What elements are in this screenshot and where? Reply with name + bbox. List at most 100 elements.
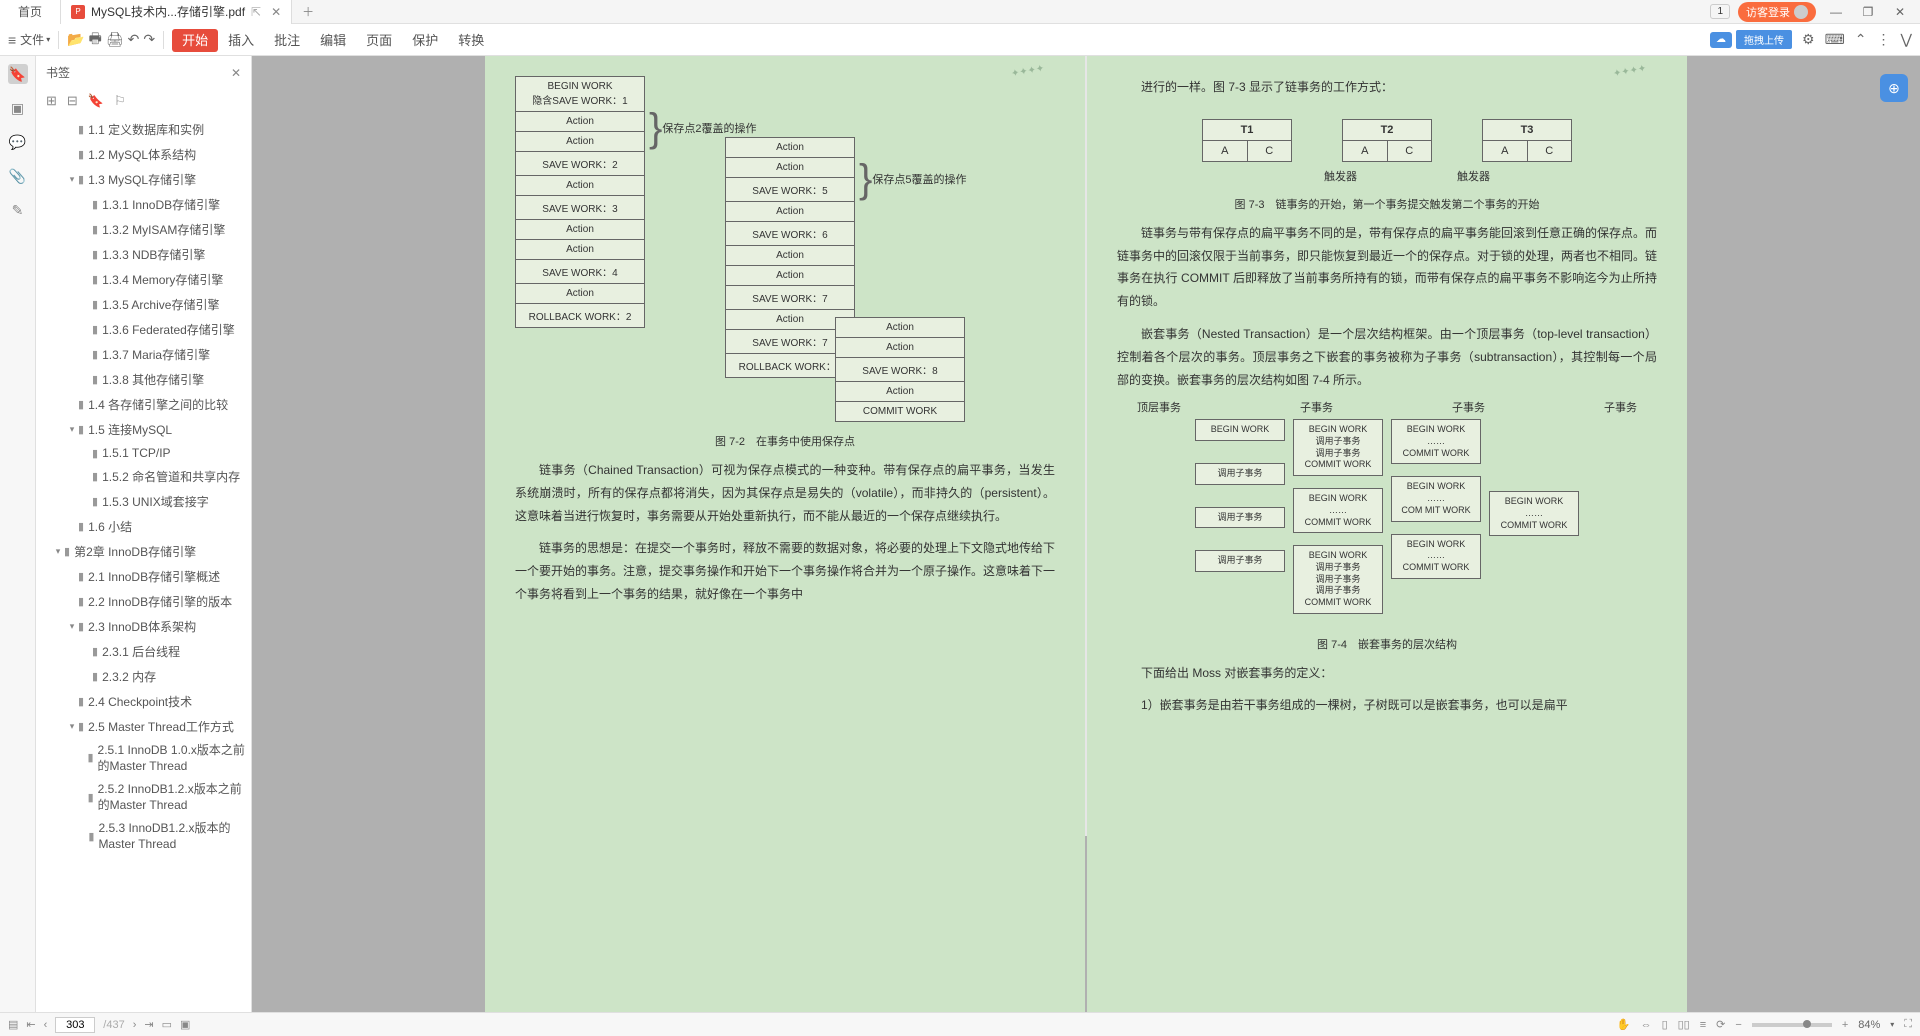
notification-badge[interactable]: 1 xyxy=(1710,4,1730,19)
bookmark-item[interactable]: ▮2.4 Checkpoint技术 xyxy=(36,689,251,714)
ribbon-tab-1[interactable]: 插入 xyxy=(218,29,264,52)
sb-thumbnails-icon[interactable]: ▤ xyxy=(8,1018,18,1031)
bookmark-item[interactable]: ▮1.3.1 InnoDB存储引擎 xyxy=(36,192,251,217)
bm-flag-icon[interactable]: ⚐ xyxy=(114,93,126,109)
window-minimize-icon[interactable]: — xyxy=(1824,5,1848,19)
sb-hand-icon[interactable]: ✋ xyxy=(1617,1018,1631,1031)
sb-next-page-icon[interactable]: › xyxy=(133,1019,137,1031)
sb-fullscreen-icon[interactable]: ⛶ xyxy=(1904,1018,1912,1031)
tx-box: T3AC xyxy=(1482,119,1572,162)
bookmark-item[interactable]: ▮1.3.5 Archive存储引擎 xyxy=(36,292,251,317)
print-icon[interactable]: 🖶 xyxy=(89,28,102,52)
bookmark-item[interactable]: ▮2.5.1 InnoDB 1.0.x版本之前的Master Thread xyxy=(36,739,251,778)
bookmark-item[interactable]: ▮2.5.3 InnoDB1.2.x版本的Master Thread xyxy=(36,817,251,856)
doc-title: MySQL技术内...存储引擎.pdf xyxy=(91,3,245,20)
bookmark-item[interactable]: ▮1.3.2 MyISAM存储引擎 xyxy=(36,217,251,242)
bm-expand-icon[interactable]: ⊞ xyxy=(46,93,57,109)
ribbon-tab-2[interactable]: 批注 xyxy=(264,29,310,52)
titlebar: 首页 P MySQL技术内...存储引擎.pdf ⇱ ✕ ＋ 1 访客登录 — … xyxy=(0,0,1920,24)
settings-icon[interactable]: ⚙ xyxy=(1802,31,1815,48)
undo-icon[interactable]: ↶ xyxy=(128,31,140,48)
sb-rotate-icon[interactable]: ⟳ xyxy=(1716,1018,1725,1031)
window-restore-icon[interactable]: ❐ xyxy=(1856,5,1880,19)
expand-icon[interactable]: ⋁ xyxy=(1901,31,1912,48)
sidebar-thumbnails-icon[interactable]: ▣ xyxy=(8,98,28,118)
bookmark-item[interactable]: ▮2.2 InnoDB存储引擎的版本 xyxy=(36,589,251,614)
sidebar-bookmarks-icon[interactable]: 🔖 xyxy=(8,64,28,84)
tab-document[interactable]: P MySQL技术内...存储引擎.pdf ⇱ ✕ xyxy=(61,0,292,24)
bookmark-item[interactable]: ▮1.3.7 Maria存储引擎 xyxy=(36,342,251,367)
bookmark-item[interactable]: ▮1.3.3 NDB存储引擎 xyxy=(36,242,251,267)
ribbon-tab-3[interactable]: 编辑 xyxy=(310,29,356,52)
sb-presentation-icon[interactable]: ▣ xyxy=(180,1018,190,1031)
bookmark-item[interactable]: ▮1.1 定义数据库和实例 xyxy=(36,117,251,142)
bookmark-item[interactable]: ▮2.3.2 内存 xyxy=(36,664,251,689)
sb-two-page-icon[interactable]: ▯▯ xyxy=(1678,1018,1690,1031)
menu-hamburger-icon[interactable]: ≡ xyxy=(8,32,16,48)
bookmark-item[interactable]: ▮1.3.8 其他存储引擎 xyxy=(36,367,251,392)
more-menu-icon[interactable]: ⋮ xyxy=(1877,31,1891,48)
bookmark-item[interactable]: ▮1.3.4 Memory存储引擎 xyxy=(36,267,251,292)
bookmark-item[interactable]: ▾▮第2章 InnoDB存储引擎 xyxy=(36,539,251,564)
bookmarks-close-icon[interactable]: ✕ xyxy=(231,66,241,80)
float-tool-button[interactable]: ⊕ xyxy=(1880,74,1908,102)
diagram-cell: SAVE WORK：2 xyxy=(515,151,645,176)
chevron-up-icon[interactable]: ⌃ xyxy=(1855,31,1867,48)
ribbon-tab-6[interactable]: 转换 xyxy=(448,29,494,52)
bookmark-item[interactable]: ▮1.3.6 Federated存储引擎 xyxy=(36,317,251,342)
zoom-slider[interactable] xyxy=(1752,1023,1832,1027)
page-total: /437 xyxy=(103,1019,124,1031)
bm-collapse-icon[interactable]: ⊟ xyxy=(67,93,78,109)
tab-home[interactable]: 首页 xyxy=(0,0,61,24)
bookmark-item[interactable]: ▾▮2.3 InnoDB体系架构 xyxy=(36,614,251,639)
bookmark-item[interactable]: ▮2.5.2 InnoDB1.2.x版本之前的Master Thread xyxy=(36,778,251,817)
sidebar-attachments-icon[interactable]: 📎 xyxy=(8,166,28,186)
page-number-input[interactable] xyxy=(55,1017,95,1033)
sb-first-page-icon[interactable]: ⇤ xyxy=(26,1018,35,1031)
diagram-cell: Action xyxy=(725,157,855,178)
paragraph: 下面给出 Moss 对嵌套事务的定义： xyxy=(1117,662,1657,685)
login-button[interactable]: 访客登录 xyxy=(1738,2,1816,22)
bookmark-item[interactable]: ▮1.4 各存储引擎之间的比较 xyxy=(36,392,251,417)
bookmark-item[interactable]: ▾▮1.3 MySQL存储引擎 xyxy=(36,167,251,192)
bookmark-item[interactable]: ▮1.6 小结 xyxy=(36,514,251,539)
sb-fit-width-icon[interactable]: ⇔ xyxy=(1641,1019,1652,1031)
bookmark-item[interactable]: ▾▮1.5 连接MySQL xyxy=(36,417,251,442)
bm-add-icon[interactable]: 🔖 xyxy=(88,93,104,109)
bookmark-item[interactable]: ▾▮2.5 Master Thread工作方式 xyxy=(36,714,251,739)
redo-icon[interactable]: ↷ xyxy=(143,31,155,48)
bookmark-item[interactable]: ▮1.5.2 命名管道和共享内存 xyxy=(36,464,251,489)
sb-prev-page-icon[interactable]: ‹ xyxy=(44,1019,48,1031)
sidebar-tools-icon[interactable]: ✎ xyxy=(8,200,28,220)
document-viewport[interactable]: ⊕ ✦✦✦✦ BEGIN WORK隐含SAVE WORK：1ActionActi… xyxy=(252,56,1920,1012)
tab-close-icon[interactable]: ✕ xyxy=(271,5,281,19)
sidebar-comments-icon[interactable]: 💬 xyxy=(8,132,28,152)
ribbon-tab-0[interactable]: 开始 xyxy=(172,29,218,52)
sb-last-page-icon[interactable]: ⇥ xyxy=(144,1018,153,1031)
sb-reading-mode-icon[interactable]: ▭ xyxy=(162,1018,172,1031)
ribbon-tab-5[interactable]: 保护 xyxy=(402,29,448,52)
diagram-cell: Action xyxy=(515,219,645,240)
tab-add-button[interactable]: ＋ xyxy=(292,0,324,24)
upload-button[interactable]: 拖拽上传 xyxy=(1736,30,1792,49)
print-quick-icon[interactable]: 🖨 xyxy=(106,31,124,48)
ribbon-tab-4[interactable]: 页面 xyxy=(356,29,402,52)
tab-pin-icon[interactable]: ⇱ xyxy=(251,5,261,19)
cloud-sync[interactable]: ☁ 拖拽上传 xyxy=(1710,30,1792,49)
bookmark-item[interactable]: ▮2.3.1 后台线程 xyxy=(36,639,251,664)
sb-continuous-icon[interactable]: ≡ xyxy=(1700,1019,1706,1031)
tx-box: T1AC xyxy=(1202,119,1292,162)
sb-single-page-icon[interactable]: ▯ xyxy=(1662,1018,1668,1031)
zoom-level[interactable]: 84% xyxy=(1858,1019,1880,1031)
bookmark-item[interactable]: ▮1.2 MySQL体系结构 xyxy=(36,142,251,167)
diagram-cell: Action xyxy=(835,317,965,338)
bookmark-item[interactable]: ▮1.5.1 TCP/IP xyxy=(36,442,251,464)
open-icon[interactable]: 📂 xyxy=(67,31,84,48)
sb-zoom-in-icon[interactable]: + xyxy=(1842,1019,1848,1031)
sb-zoom-out-icon[interactable]: − xyxy=(1735,1019,1741,1031)
bookmark-item[interactable]: ▮2.1 InnoDB存储引擎概述 xyxy=(36,564,251,589)
file-menu[interactable]: 文件 ▾ xyxy=(20,31,50,48)
window-close-icon[interactable]: ✕ xyxy=(1888,5,1912,19)
bookmark-item[interactable]: ▮1.5.3 UNIX域套接字 xyxy=(36,489,251,514)
keyboard-icon[interactable]: ⌨ xyxy=(1825,31,1845,48)
